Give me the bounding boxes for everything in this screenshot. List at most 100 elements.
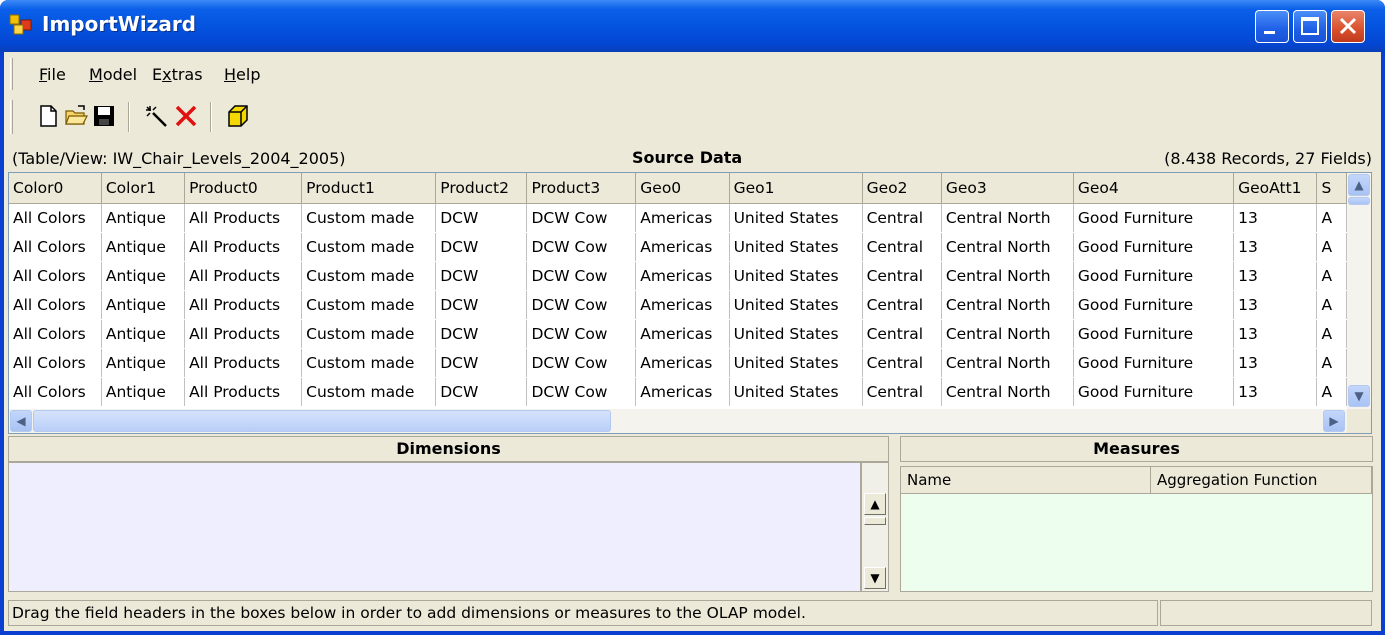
column-header[interactable]: Product2 (435, 173, 528, 204)
table-cell: Central North (941, 348, 1074, 378)
column-header[interactable]: Geo4 (1073, 173, 1235, 204)
table-cell: Antique (101, 348, 186, 378)
status-message: Drag the field headers in the boxes belo… (8, 600, 1158, 626)
table-cell: DCW Cow (526, 290, 637, 320)
dimensions-drop-area[interactable] (8, 462, 861, 592)
menu-file[interactable]: File (39, 65, 66, 84)
save-icon[interactable] (92, 104, 116, 128)
table-cell: DCW (435, 203, 528, 233)
vertical-scrollbar[interactable]: ▲ ▼ (1347, 173, 1371, 409)
dimensions-scroll-thumb[interactable] (864, 517, 886, 525)
column-header[interactable]: Product3 (526, 173, 637, 204)
menu-grip[interactable] (10, 58, 13, 90)
open-folder-icon[interactable] (64, 104, 88, 128)
table-cell: DCW Cow (526, 232, 637, 262)
table-cell: 13 (1233, 377, 1318, 407)
menu-model[interactable]: Model (89, 65, 137, 84)
dimensions-scroll-down-button[interactable]: ▼ (864, 567, 886, 589)
menu-help[interactable]: Help (224, 65, 260, 84)
table-cell: All Products (184, 203, 303, 233)
horizontal-scrollbar[interactable]: ◀ ▶ (9, 409, 1347, 433)
toolbar-separator (210, 102, 212, 132)
dimensions-scrollbar[interactable]: ▲ ▼ (861, 462, 889, 592)
table-view-label: (Table/View: IW_Chair_Levels_2004_2005) (12, 149, 346, 168)
column-header[interactable]: Product1 (301, 173, 437, 204)
table-cell: All Colors (9, 348, 102, 378)
table-cell: Custom made (301, 232, 437, 262)
table-cell: DCW (435, 261, 528, 291)
table-cell: All Products (184, 319, 303, 349)
table-cell: DCW Cow (526, 377, 637, 407)
table-cell: United States (729, 377, 863, 407)
table-cell: Central (862, 377, 942, 407)
column-header[interactable]: Geo0 (635, 173, 730, 204)
app-icon (9, 14, 32, 35)
column-header[interactable]: S (1316, 173, 1347, 204)
minimize-button[interactable] (1255, 10, 1289, 43)
measures-name-column[interactable]: Name (901, 467, 1151, 493)
table-cell: Central (862, 232, 942, 262)
table-cell: DCW (435, 348, 528, 378)
table-cell: All Products (184, 261, 303, 291)
column-header[interactable]: Geo2 (862, 173, 942, 204)
table-cell: Good Furniture (1073, 203, 1235, 233)
dimensions-scroll-up-button[interactable]: ▲ (864, 493, 886, 515)
table-cell: Central (862, 290, 942, 320)
table-row[interactable]: All Colors Antique All Products Custom made… (9, 348, 1347, 378)
toolbar-separator (128, 102, 130, 132)
horizontal-scroll-thumb[interactable] (33, 410, 611, 432)
cube-icon[interactable] (226, 104, 250, 128)
column-header[interactable]: Product0 (184, 173, 303, 204)
table-cell: DCW (435, 290, 528, 320)
table-cell: Good Furniture (1073, 290, 1235, 320)
maximize-button[interactable] (1293, 10, 1327, 43)
scroll-corner (1347, 409, 1371, 433)
measures-column-headers: Name Aggregation Function (900, 466, 1373, 494)
table-cell: Custom made (301, 377, 437, 407)
column-header[interactable]: Color0 (9, 173, 102, 204)
table-cell: All Colors (9, 377, 102, 407)
table-row[interactable]: All Colors Antique All Products Custom made… (9, 261, 1347, 291)
new-icon[interactable] (36, 104, 60, 128)
table-cell: Central (862, 261, 942, 291)
table-cell: All Colors (9, 290, 102, 320)
table-row[interactable]: All Colors Antique All Products Custom made… (9, 319, 1347, 349)
source-data-grid[interactable]: Color0 Color1 Product0 Product1 Product2… (8, 172, 1372, 434)
table-cell: Antique (101, 203, 186, 233)
scroll-right-button[interactable]: ▶ (1323, 410, 1345, 432)
table-cell: Central North (941, 319, 1074, 349)
data-table: Color0 Color1 Product0 Product1 Product2… (9, 173, 1347, 407)
table-cell: United States (729, 261, 863, 291)
table-cell: Good Furniture (1073, 319, 1235, 349)
close-button[interactable] (1331, 10, 1365, 43)
table-cell: A (1316, 319, 1347, 349)
table-cell: All Products (184, 290, 303, 320)
title-bar[interactable]: ImportWizard (0, 0, 1385, 52)
column-header[interactable]: Color1 (101, 173, 186, 204)
column-header[interactable]: Geo1 (729, 173, 863, 204)
column-header[interactable]: Geo3 (941, 173, 1074, 204)
vertical-scroll-thumb[interactable] (1348, 197, 1370, 205)
table-cell: Good Furniture (1073, 348, 1235, 378)
table-cell: Central North (941, 232, 1074, 262)
table-cell: Americas (635, 319, 730, 349)
magic-wand-icon[interactable] (144, 104, 168, 128)
table-row[interactable]: All Colors Antique All Products Custom made… (9, 290, 1347, 320)
table-row[interactable]: All Colors Antique All Products Custom made… (9, 377, 1347, 407)
table-cell: Antique (101, 232, 186, 262)
table-cell: Central (862, 348, 942, 378)
scroll-up-button[interactable]: ▲ (1348, 174, 1370, 196)
table-cell: 13 (1233, 348, 1318, 378)
toolbar-grip[interactable] (10, 100, 13, 134)
measures-drop-area[interactable] (900, 494, 1373, 592)
column-header[interactable]: GeoAtt1 (1233, 173, 1318, 204)
table-row[interactable]: All Colors Antique All Products Custom made… (9, 232, 1347, 262)
menu-extras[interactable]: Extras (152, 65, 203, 84)
scroll-left-button[interactable]: ◀ (10, 410, 32, 432)
measures-aggregation-column[interactable]: Aggregation Function (1151, 467, 1372, 493)
table-cell: Good Furniture (1073, 377, 1235, 407)
table-row[interactable]: All Colors Antique All Products Custom made… (9, 203, 1347, 233)
minimize-icon (1264, 31, 1275, 34)
delete-icon[interactable] (174, 104, 198, 128)
scroll-down-button[interactable]: ▼ (1348, 385, 1370, 407)
